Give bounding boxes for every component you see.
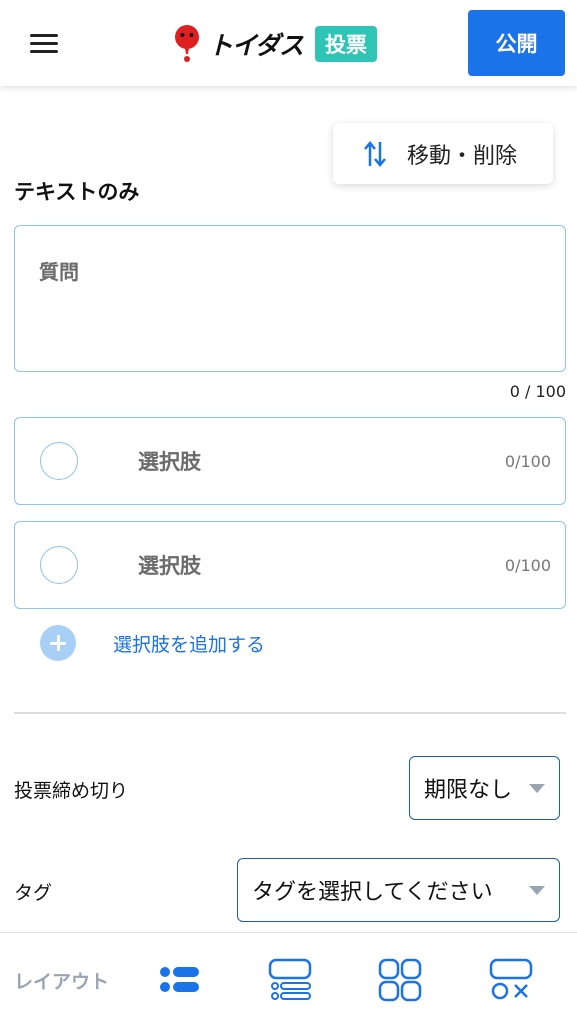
deadline-label: 投票締め切り [14,780,129,802]
plus-icon [40,625,76,661]
layout-label: レイアウト [14,971,110,993]
layout-mixed-icon[interactable] [488,957,534,1003]
logo-text: トイダス [208,31,304,60]
move-delete-button[interactable]: 移動・削除 [333,123,553,184]
deadline-value: 期限なし [424,778,513,803]
add-choice-button[interactable]: 選択肢を追加する [40,625,265,661]
section-title: テキストのみ [14,180,140,204]
tag-label: タグ [14,882,53,904]
choice-input[interactable]: 選択肢 0/100 [14,417,566,505]
poll-badge: 投票 [315,26,378,62]
question-counter: 0 / 100 [509,382,566,401]
layout-bar: レイアウト [0,932,577,1024]
deadline-select[interactable]: 期限なし [409,756,560,820]
question-input[interactable]: 質問 [14,225,566,372]
radio-icon [40,442,78,480]
layout-grid-icon[interactable] [377,957,423,1003]
divider [14,712,566,714]
layout-list-icon[interactable] [156,957,202,1003]
layout-cards-icon[interactable] [267,957,313,1003]
menu-icon[interactable] [28,30,62,56]
choice-input[interactable]: 選択肢 0/100 [14,521,566,609]
radio-icon [40,546,78,584]
sort-arrows-icon [364,140,386,167]
choice-counter: 0/100 [504,451,551,471]
tag-value: タグを選択してください [252,880,493,905]
publish-button[interactable]: 公開 [468,10,565,76]
choice-counter: 0/100 [504,555,551,575]
question-placeholder: 質問 [39,260,79,284]
choice-placeholder: 選択肢 [138,450,201,474]
move-delete-label: 移動・削除 [407,143,518,169]
tag-select[interactable]: タグを選択してください [237,858,560,922]
choice-placeholder: 選択肢 [138,554,201,578]
chevron-down-icon [529,885,545,895]
chevron-down-icon [529,783,545,793]
app-header: トイダス 投票 公開 [0,0,577,86]
logo-mascot-icon [175,25,199,62]
add-choice-label: 選択肢を追加する [113,633,266,656]
logo[interactable]: トイダス 投票 [172,22,378,66]
